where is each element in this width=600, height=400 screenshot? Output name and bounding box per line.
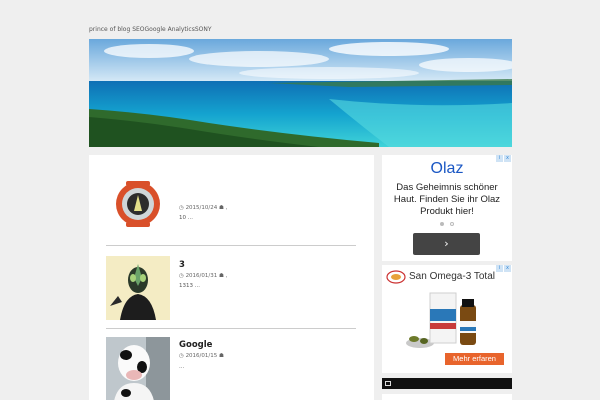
clock-icon: ◷ <box>179 205 184 211</box>
rss-icon[interactable] <box>385 381 391 386</box>
cow-costume-icon <box>106 337 170 400</box>
ad-title[interactable]: Olaz <box>382 160 512 178</box>
tag-icon: ☗ <box>219 273 224 279</box>
ad-next-button[interactable]: › <box>413 233 480 255</box>
post-meta: ◷ 2016/01/15 ☗ <box>179 353 224 360</box>
carousel-dot[interactable] <box>440 222 444 226</box>
post-thumbnail[interactable] <box>106 256 170 320</box>
ad-title[interactable]: San Omega-3 Total <box>409 271 495 282</box>
header-banner-image[interactable] <box>89 39 512 147</box>
post-excerpt: ... <box>179 364 185 370</box>
post-date: 2015/10/24 <box>185 205 218 211</box>
ad-cta-button[interactable]: Mehr erfaren <box>445 353 504 365</box>
ad-close-icon[interactable]: x <box>504 265 511 272</box>
clock-icon: ◷ <box>179 273 184 279</box>
post-meta: ◷ 2015/10/24 ☗ , <box>179 205 227 212</box>
post-divider <box>106 245 356 246</box>
site-tagline: prince of blog SEOGoogle AnalyticsSONY <box>89 26 212 33</box>
post-tags[interactable]: , <box>226 273 228 279</box>
tag-icon: ☗ <box>219 205 224 211</box>
post-thumbnail[interactable] <box>106 171 170 235</box>
post-item[interactable]: Google ◷ 2016/01/15 ☗ ... <box>106 337 356 400</box>
carousel-dot[interactable] <box>450 222 454 226</box>
carousel-dots <box>382 222 512 226</box>
post-item[interactable]: ◷ 2015/10/24 ☗ , 10 ... <box>106 171 356 241</box>
post-excerpt: 10 ... <box>179 215 193 221</box>
supplement-product-image[interactable] <box>400 287 500 353</box>
ad-body-text[interactable]: Das Geheimnis schöner Haut. Finden Sie i… <box>388 182 506 218</box>
widget-body <box>382 394 512 400</box>
ghost-eyecon-icon <box>106 171 170 235</box>
post-date: 2016/01/15 <box>185 353 218 359</box>
tag-icon: ☗ <box>219 353 224 359</box>
post-divider <box>106 328 356 329</box>
post-list: ◷ 2015/10/24 ☗ , 10 ... 3 ◷ 2016/01/31 ☗ <box>89 155 374 400</box>
post-item[interactable]: 3 ◷ 2016/01/31 ☗ , 1313 ... <box>106 256 356 326</box>
brand-logo-icon <box>386 270 406 284</box>
ad-choices[interactable]: i x <box>496 265 512 272</box>
ocean-coast-photo <box>89 39 512 147</box>
post-title[interactable]: Google <box>179 340 212 350</box>
post-date: 2016/01/31 <box>185 273 218 279</box>
olaz-ad[interactable]: i x Olaz Das Geheimnis schöner Haut. Fin… <box>382 155 512 261</box>
widget-header <box>382 378 512 389</box>
post-tags[interactable]: , <box>226 205 228 211</box>
post-thumbnail[interactable] <box>106 337 170 400</box>
clock-icon: ◷ <box>179 353 184 359</box>
ad-info-icon[interactable]: i <box>496 265 503 272</box>
kamen-rider-figure-icon <box>106 256 170 320</box>
post-title[interactable]: 3 <box>179 260 185 270</box>
post-excerpt: 1313 ... <box>179 283 200 289</box>
omega3-ad[interactable]: i x San Omega-3 Total Mehr erfaren <box>382 265 512 373</box>
post-meta: ◷ 2016/01/31 ☗ , <box>179 273 227 280</box>
